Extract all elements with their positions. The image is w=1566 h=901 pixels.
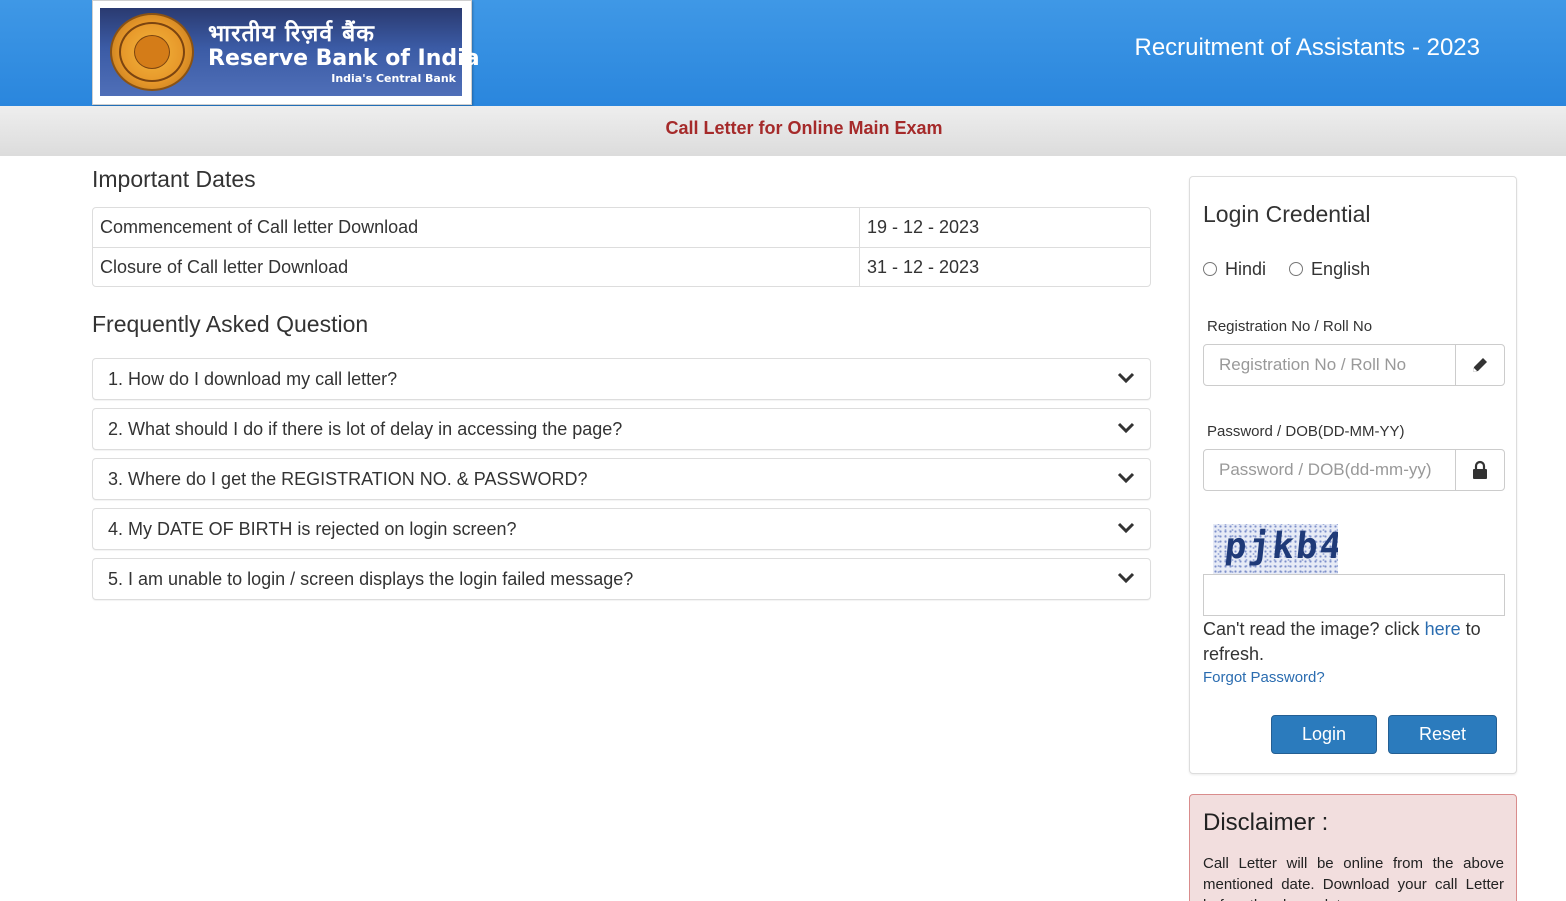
captcha-text: pjkb4 — [1222, 526, 1338, 567]
login-panel: Login Credential Hindi English Registrat… — [1189, 176, 1517, 774]
faq-question: 1. How do I download my call letter? — [108, 369, 398, 389]
disclaimer-box: Disclaimer : Call Letter will be online … — [1189, 794, 1517, 901]
password-input[interactable]: Password / DOB(dd-mm-yy) — [1204, 450, 1456, 490]
login-title: Login Credential — [1203, 201, 1371, 227]
disclaimer-title: Disclaimer : — [1203, 809, 1329, 836]
logo-hindi-text: भारतीय रिज़र्व बैंक — [208, 21, 375, 47]
main-content: Important Dates Commencement of Call let… — [92, 166, 1151, 600]
password-label: Password / DOB(DD-MM-YY) — [1207, 423, 1405, 440]
captcha-input[interactable] — [1203, 574, 1505, 616]
date-label: Closure of Call letter Download — [93, 247, 860, 286]
important-dates-heading: Important Dates — [92, 166, 256, 192]
rbi-seal-icon — [110, 13, 194, 91]
chevron-down-icon — [1117, 572, 1135, 584]
refresh-text-before: Can't read the image? click — [1203, 619, 1420, 639]
hindi-label[interactable]: Hindi — [1225, 259, 1266, 279]
date-value: 31 - 12 - 2023 — [860, 247, 1150, 286]
english-label[interactable]: English — [1311, 259, 1370, 279]
registration-input[interactable]: Registration No / Roll No — [1204, 345, 1456, 385]
table-row: Closure of Call letter Download 31 - 12 … — [93, 247, 1150, 286]
logo-english-text: Reserve Bank of India — [208, 46, 480, 71]
site-header: भारतीय रिज़र्व बैंक Reserve Bank of Indi… — [0, 0, 1566, 106]
rbi-logo[interactable]: भारतीय रिज़र्व बैंक Reserve Bank of Indi… — [92, 0, 480, 105]
english-radio[interactable] — [1289, 262, 1304, 276]
reset-button[interactable]: Reset — [1388, 715, 1497, 754]
faq-item[interactable]: 4. My DATE OF BIRTH is rejected on login… — [92, 508, 1151, 550]
password-group: Password / DOB(dd-mm-yy) — [1203, 449, 1505, 491]
important-dates-table: Commencement of Call letter Download 19 … — [92, 207, 1151, 287]
page-title: Recruitment of Assistants - 2023 — [1134, 34, 1481, 61]
captcha-refresh-text: Can't read the image? click here to refr… — [1203, 617, 1503, 667]
faq-accordion: 1. How do I download my call letter? 2. … — [92, 358, 1151, 600]
refresh-captcha-link[interactable]: here — [1425, 619, 1461, 639]
logo-banner: भारतीय रिज़र्व बैंक Reserve Bank of Indi… — [100, 8, 480, 96]
faq-question: 3. Where do I get the REGISTRATION NO. &… — [108, 469, 588, 489]
faq-item[interactable]: 3. Where do I get the REGISTRATION NO. &… — [92, 458, 1151, 500]
lock-icon — [1473, 460, 1487, 479]
registration-group: Registration No / Roll No — [1203, 344, 1505, 386]
faq-item[interactable]: 1. How do I download my call letter? — [92, 358, 1151, 400]
hindi-radio[interactable] — [1203, 262, 1217, 276]
chevron-down-icon — [1117, 422, 1135, 434]
table-row: Commencement of Call letter Download 19 … — [93, 208, 1150, 247]
faq-question: 5. I am unable to login / screen display… — [108, 569, 634, 589]
password-addon — [1456, 450, 1504, 490]
logo-tagline: India's Central Bank — [331, 72, 456, 85]
faq-item[interactable]: 2. What should I do if there is lot of d… — [92, 408, 1151, 450]
date-label: Commencement of Call letter Download — [93, 208, 860, 247]
captcha-image: pjkb4 — [1213, 524, 1338, 574]
faq-item[interactable]: 5. I am unable to login / screen display… — [92, 558, 1151, 600]
login-button[interactable]: Login — [1271, 715, 1377, 754]
chevron-down-icon — [1117, 472, 1135, 484]
subheader-bar: Call Letter for Online Main Exam — [0, 106, 1566, 156]
date-value: 19 - 12 - 2023 — [867, 217, 980, 237]
chevron-down-icon — [1117, 522, 1135, 534]
forgot-password-link[interactable]: Forgot Password? — [1203, 669, 1325, 686]
registration-addon — [1456, 345, 1504, 385]
faq-heading: Frequently Asked Question — [92, 311, 369, 337]
pencil-icon — [1473, 358, 1487, 372]
language-selector: Hindi English — [1203, 259, 1388, 280]
disclaimer-text: Call Letter will be online from the abov… — [1203, 855, 1504, 901]
faq-question: 2. What should I do if there is lot of d… — [108, 419, 623, 439]
registration-label: Registration No / Roll No — [1207, 318, 1373, 335]
subheader-title: Call Letter for Online Main Exam — [665, 118, 943, 138]
chevron-down-icon — [1117, 372, 1135, 384]
faq-question: 4. My DATE OF BIRTH is rejected on login… — [108, 519, 517, 539]
